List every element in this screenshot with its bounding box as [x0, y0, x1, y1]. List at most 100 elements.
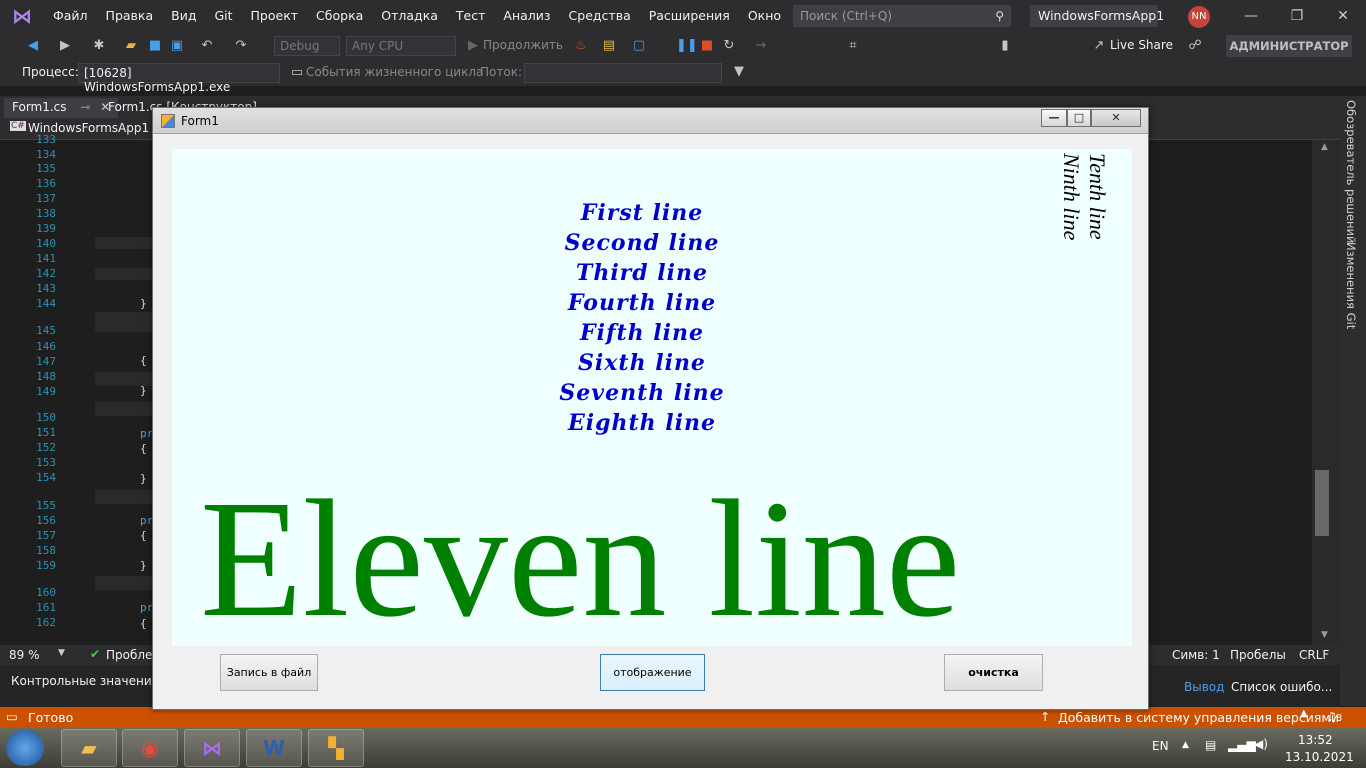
- stop-icon[interactable]: ■: [698, 37, 716, 55]
- process-select[interactable]: [10628] WindowsFormsApp1.exe: [78, 63, 280, 94]
- clear-button[interactable]: очистка: [944, 654, 1043, 691]
- menu-project[interactable]: Проект: [242, 0, 308, 32]
- code-brace: {: [140, 529, 147, 542]
- line-number: 134: [36, 148, 56, 161]
- lifecycle-events[interactable]: События жизненного цикла: [306, 65, 483, 79]
- restore-icon[interactable]: ❐: [1274, 0, 1320, 32]
- line-number: 152: [36, 441, 56, 454]
- thread-select[interactable]: [524, 63, 722, 83]
- menu-edit[interactable]: Правка: [97, 0, 163, 32]
- solution-explorer-tab[interactable]: Обозреватель решений: [1344, 100, 1358, 244]
- menu-view[interactable]: Вид: [162, 0, 205, 32]
- play-icon[interactable]: ▶: [464, 37, 482, 55]
- back-icon[interactable]: ◀: [24, 37, 42, 55]
- scroll-thumb[interactable]: [1315, 470, 1329, 536]
- code-brace: {: [140, 354, 147, 367]
- config-select[interactable]: Debug: [274, 36, 340, 56]
- menu-window[interactable]: Окно: [739, 0, 790, 32]
- line-number: 139: [36, 222, 56, 235]
- open-icon[interactable]: ▰: [122, 37, 140, 55]
- tray-expand-icon[interactable]: ▲: [1182, 740, 1189, 750]
- form-minimize-icon[interactable]: —: [1041, 109, 1067, 127]
- save-icon[interactable]: ■: [146, 37, 164, 55]
- add-to-source-control[interactable]: Добавить в систему управления версиями: [1058, 710, 1339, 725]
- visual-studio-logo-icon[interactable]: ⋈: [0, 0, 44, 32]
- clock-time[interactable]: 13:52: [1298, 733, 1333, 747]
- write-to-file-button[interactable]: Запись в файл: [220, 654, 318, 691]
- pin-icon[interactable]: ⊸: [80, 100, 90, 114]
- xaml-icon[interactable]: ▢: [630, 37, 648, 55]
- chrome-app-icon[interactable]: ◉: [122, 729, 178, 767]
- step-icon[interactable]: →: [752, 37, 770, 55]
- git-changes-tab[interactable]: Изменения Git: [1344, 242, 1358, 329]
- new-project-icon[interactable]: ✱: [90, 37, 108, 55]
- minimize-icon[interactable]: —: [1228, 0, 1274, 32]
- volume-icon[interactable]: ◀): [1254, 737, 1268, 751]
- search-icon: ⚲: [995, 9, 1004, 23]
- form-close-icon[interactable]: ✕: [1091, 109, 1141, 127]
- word-app-icon[interactable]: W: [246, 729, 302, 767]
- status-text: Готово: [28, 710, 74, 725]
- menu-file[interactable]: Файл: [44, 0, 97, 32]
- menu-build[interactable]: Сборка: [307, 0, 372, 32]
- pause-icon[interactable]: ❚❚: [676, 37, 698, 55]
- bookmark-icon[interactable]: ▮: [996, 37, 1014, 55]
- code-brace: {: [140, 442, 147, 455]
- watch-tab[interactable]: Контрольные значения 1: [11, 674, 170, 688]
- start-button[interactable]: [6, 730, 44, 766]
- menu-test[interactable]: Тест: [447, 0, 494, 32]
- code-line-block: [95, 268, 155, 280]
- menu-tools[interactable]: Средства: [560, 0, 640, 32]
- indentation[interactable]: Пробелы: [1230, 648, 1286, 662]
- zoom-level[interactable]: 89 %: [9, 648, 40, 662]
- output-tab[interactable]: Вывод: [1184, 680, 1224, 694]
- tenth-line: Tenth line: [1085, 153, 1110, 240]
- scroll-up-icon[interactable]: ▲: [1321, 142, 1328, 152]
- redo-icon[interactable]: ↷: [232, 37, 250, 55]
- scroll-down-icon[interactable]: ▼: [1321, 630, 1328, 640]
- forward-icon[interactable]: ▶: [56, 37, 74, 55]
- live-share-icon[interactable]: ↗: [1090, 37, 1108, 55]
- zoom-dropdown-icon[interactable]: ▼: [58, 648, 65, 658]
- avatar[interactable]: NN: [1188, 6, 1210, 28]
- tray-app-icon[interactable]: ▤: [1205, 738, 1216, 752]
- feedback-icon[interactable]: ☍: [1186, 37, 1204, 55]
- undo-icon[interactable]: ↶: [198, 37, 216, 55]
- right-tool-rail: Обозреватель решений Изменения Git: [1340, 96, 1366, 706]
- drawing-canvas: First line Second line Third line Fourth…: [172, 149, 1132, 646]
- save-all-icon[interactable]: ▣: [168, 37, 186, 55]
- continue-button[interactable]: Продолжить: [483, 38, 563, 52]
- hex-icon[interactable]: ⌗: [844, 37, 862, 55]
- line-endings[interactable]: CRLF: [1299, 648, 1329, 662]
- close-icon[interactable]: ✕: [1320, 0, 1366, 32]
- network-icon[interactable]: ▂▄▆: [1228, 738, 1256, 752]
- visual-studio-app-icon[interactable]: ⋈: [184, 729, 240, 767]
- platform-select[interactable]: Any CPU: [346, 36, 456, 56]
- form1-app-icon[interactable]: ▚: [308, 729, 364, 767]
- menu-debug[interactable]: Отладка: [372, 0, 447, 32]
- language-indicator[interactable]: EN: [1152, 739, 1169, 753]
- form1-window: Form1 — □ ✕ First line Second line Third…: [152, 107, 1149, 710]
- form-maximize-icon[interactable]: □: [1067, 109, 1091, 127]
- form1-titlebar[interactable]: Form1 — □ ✕: [153, 108, 1148, 134]
- display-button[interactable]: отображение: [600, 654, 705, 691]
- menu-analyze[interactable]: Анализ: [494, 0, 559, 32]
- filter-icon[interactable]: ▼: [730, 63, 748, 81]
- line-number: 157: [36, 529, 56, 542]
- explorer-app-icon[interactable]: ▰: [61, 729, 117, 767]
- restart-icon[interactable]: ↻: [720, 37, 738, 55]
- browse-icon[interactable]: ▤: [600, 37, 618, 55]
- cursor-column: Симв: 1: [1172, 648, 1220, 662]
- live-share-button[interactable]: Live Share: [1110, 38, 1173, 52]
- search-input[interactable]: Поиск (Ctrl+Q) ⚲: [793, 5, 1011, 27]
- menu-git[interactable]: Git: [205, 0, 241, 32]
- caret-up-icon[interactable]: ▲: [1300, 708, 1308, 719]
- problems-indicator[interactable]: Пробле: [106, 648, 152, 662]
- menu-extensions[interactable]: Расширения: [640, 0, 739, 32]
- line-number: 145: [36, 324, 56, 337]
- editor-scrollbar[interactable]: ▲ ▼: [1312, 140, 1340, 645]
- vertical-text-block: Tenth line Ninth line: [1058, 153, 1110, 240]
- clock-date[interactable]: 13.10.2021: [1285, 750, 1354, 764]
- hot-reload-icon[interactable]: ♨: [572, 37, 590, 55]
- error-list-tab[interactable]: Список ошибо...: [1231, 680, 1332, 694]
